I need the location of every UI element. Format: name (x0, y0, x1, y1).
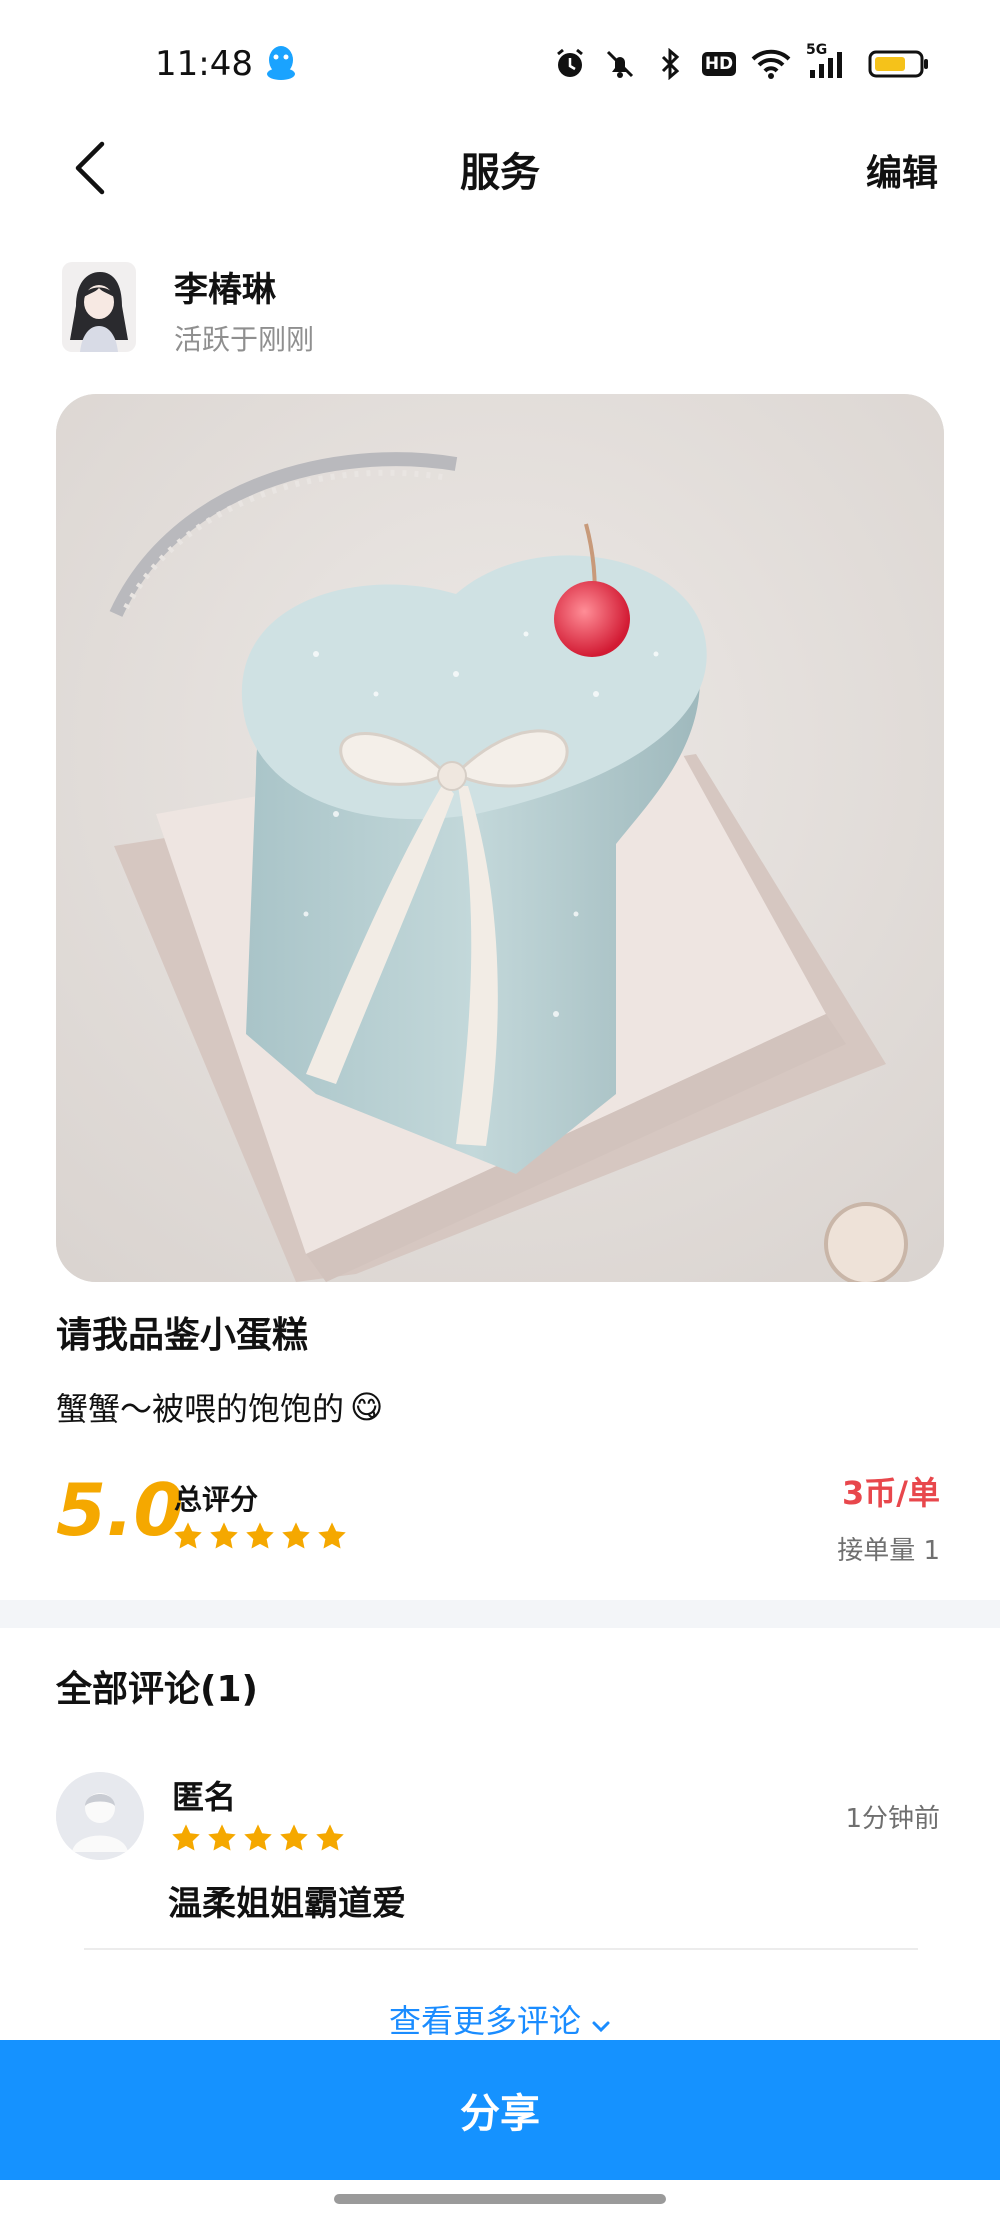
star-icon (174, 1522, 202, 1549)
chevron-down-icon (591, 2004, 611, 2042)
service-title: 请我品鉴小蛋糕 (56, 1315, 309, 1356)
edit-button[interactable]: 编辑 (866, 144, 938, 196)
star-icon (244, 1824, 272, 1851)
star-icon (318, 1522, 346, 1549)
mute-icon (602, 46, 638, 82)
star-icon (316, 1824, 344, 1851)
comment-divider (84, 1948, 918, 1950)
more-comments-link[interactable]: 查看更多评论 (0, 1996, 1000, 2042)
yum-emoji-icon: 😋 (350, 1388, 384, 1426)
page-title: 服务 (460, 150, 540, 196)
share-button[interactable]: 分享 (0, 2040, 1000, 2180)
star-icon (172, 1824, 200, 1851)
comment-text: 温柔姐姐霸道爱 (168, 1884, 406, 1924)
score-label: 总评分 (174, 1483, 259, 1516)
comment-avatar (56, 1772, 144, 1860)
home-indicator[interactable] (334, 2194, 666, 2204)
service-description: 蟹蟹～被喂的饱饱的 😋 (56, 1384, 383, 1430)
status-time: 11:48 (155, 44, 253, 84)
qq-icon (263, 44, 299, 82)
product-image[interactable] (56, 394, 944, 1282)
section-divider (0, 1600, 1000, 1628)
user-placeholder-icon (56, 1772, 144, 1860)
comment-time: 1分钟前 (845, 1804, 940, 1834)
comments-header: 全部评论(1) (56, 1669, 258, 1710)
comment-author: 匿名 (172, 1778, 237, 1816)
more-comments-label: 查看更多评论 (388, 2002, 581, 2040)
hd-icon: HD (701, 46, 737, 82)
seller-avatar[interactable] (62, 262, 136, 352)
rating-stars (172, 1520, 348, 1552)
signal-5g-icon: 5G (806, 42, 854, 82)
star-icon (210, 1522, 238, 1549)
star-icon (246, 1522, 274, 1549)
star-icon (208, 1824, 236, 1851)
comment-rating-stars (170, 1822, 346, 1854)
wifi-icon (750, 46, 792, 82)
battery-icon (868, 46, 930, 82)
price: 3币/单 (842, 1474, 940, 1512)
score-value: 5.0 (56, 1468, 184, 1552)
bluetooth-icon (652, 46, 688, 82)
service-description-text: 蟹蟹～被喂的饱饱的 (56, 1390, 345, 1428)
star-icon (282, 1522, 310, 1549)
status-icons: HD 5G (552, 42, 930, 84)
seller-name[interactable]: 李椿琳 (174, 262, 276, 311)
order-count: 接单量 1 (837, 1536, 940, 1566)
star-icon (280, 1824, 308, 1851)
status-bar: 11:48 HD 5G (0, 0, 1000, 120)
seller-active-status: 活跃于刚刚 (174, 323, 315, 356)
alarm-icon (552, 46, 588, 82)
